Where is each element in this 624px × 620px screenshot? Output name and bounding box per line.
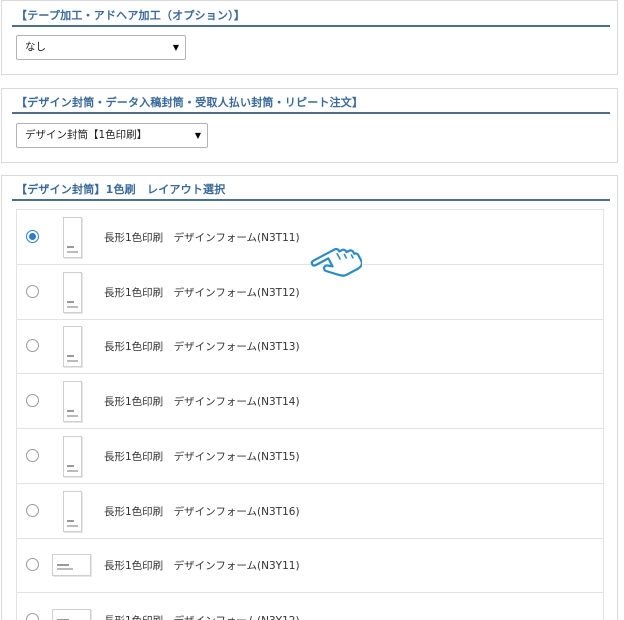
layout-option-row[interactable]: 長形1色印刷 デザインフォーム(N3Y12) (17, 593, 603, 620)
tape-option-title: 【テープ加工・アドヘア加工（オプション）】 (12, 9, 610, 27)
layout-option-label: 長形1色印刷 デザインフォーム(N3T14) (104, 396, 300, 409)
layout-option-row[interactable]: 長形1色印刷 デザインフォーム(N3T13) (17, 319, 603, 375)
dropdown-arrow-icon: ▼ (172, 43, 179, 52)
hand-pointer-icon (310, 247, 362, 277)
envelope-thumbnail (63, 381, 82, 423)
layout-option-label: 長形1色印刷 デザインフォーム(N3T13) (104, 341, 300, 354)
layout-option-row[interactable]: 長形1色印刷 デザインフォーム(N3T15) (17, 429, 603, 484)
layout-option-radio[interactable] (26, 448, 39, 462)
design-envelope-select[interactable]: デザイン封筒【1色印刷】 ▼ (16, 123, 208, 148)
envelope-thumbnail (63, 490, 82, 532)
layout-option-radio[interactable] (26, 394, 39, 408)
layout-option-radio[interactable] (26, 284, 39, 298)
layout-option-radio[interactable] (26, 558, 39, 572)
envelope-thumbnail (63, 326, 82, 368)
tape-option-panel: 【テープ加工・アドヘア加工（オプション）】 なし ▼ (1, 0, 618, 75)
tape-option-select[interactable]: なし ▼ (16, 35, 186, 60)
layout-option-label: 長形1色印刷 デザインフォーム(N3T16) (104, 505, 300, 518)
envelope-thumbnail (52, 554, 91, 577)
envelope-thumbnail (63, 435, 82, 477)
layout-option-label: 長形1色印刷 デザインフォーム(N3T15) (104, 450, 300, 463)
layout-option-radio[interactable] (26, 503, 39, 517)
design-envelope-title: 【デザイン封筒・データ入稿封筒・受取人払い封筒・リピート注文】 (12, 96, 610, 114)
envelope-thumbnail (52, 608, 91, 620)
dropdown-arrow-icon: ▼ (194, 131, 201, 140)
layout-option-row[interactable]: 長形1色印刷 デザインフォーム(N3Y11) (17, 538, 603, 594)
layout-option-radio[interactable] (26, 612, 39, 620)
layout-option-radio[interactable] (26, 339, 39, 353)
layout-option-label: 長形1色印刷 デザインフォーム(N3T12) (104, 286, 300, 299)
layout-option-radio[interactable] (26, 230, 39, 243)
layout-select-title: 【デザイン封筒】1色刷 レイアウト選択 (12, 183, 610, 201)
tape-option-select-value: なし (25, 41, 46, 53)
layout-option-label: 長形1色印刷 デザインフォーム(N3Y12) (104, 613, 300, 620)
layout-option-label: 長形1色印刷 デザインフォーム(N3T11) (104, 232, 300, 244)
design-envelope-panel: 【デザイン封筒・データ入稿封筒・受取人払い封筒・リピート注文】 デザイン封筒【1… (1, 88, 618, 163)
envelope-thumbnail (63, 271, 82, 313)
layout-option-row[interactable]: 長形1色印刷 デザインフォーム(N3T16) (17, 484, 603, 539)
envelope-thumbnail (63, 217, 82, 258)
layout-option-row[interactable]: 長形1色印刷 デザインフォーム(N3T14) (17, 374, 603, 430)
design-envelope-select-value: デザイン封筒【1色印刷】 (25, 129, 148, 141)
layout-option-label: 長形1色印刷 デザインフォーム(N3Y11) (104, 560, 300, 573)
